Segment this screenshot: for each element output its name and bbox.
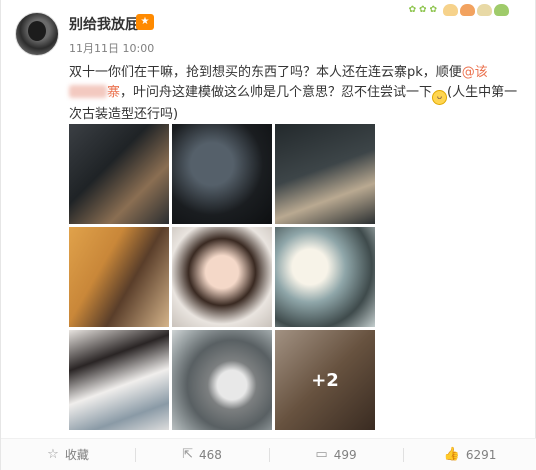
repost-count: 468: [199, 447, 222, 462]
food-sticker-icon: [443, 4, 458, 16]
weibo-post-card: ✿ ✿ ✿ 别给我放屁 ★ 11月11日 10:00 双十一你们在干嘛，抢到想买…: [0, 0, 536, 470]
photo-thumbnail[interactable]: [172, 124, 272, 224]
post-text: 双十一你们在干嘛，抢到想买的东西了吗？本人还在连云寨pk，顺便@该寨，叶问舟这建…: [69, 63, 521, 125]
repost-button[interactable]: ⇱ 468: [135, 439, 269, 470]
photo-thumbnail[interactable]: [69, 227, 169, 327]
image-grid: +2: [69, 124, 375, 430]
photo-thumbnail[interactable]: [172, 330, 272, 430]
leaf-decoration: ✿ ✿ ✿: [408, 5, 437, 15]
post-text-part1: 双十一你们在干嘛，抢到想买的东西了吗？本人还在连云寨pk，顺便: [69, 65, 462, 80]
comment-icon: ▭: [315, 447, 328, 462]
photo-thumbnail[interactable]: [172, 227, 272, 327]
comment-button[interactable]: ▭ 499: [269, 439, 403, 470]
more-photos-count: +2: [275, 330, 375, 430]
username[interactable]: 别给我放屁: [69, 14, 139, 34]
action-bar: ☆ 收藏 ⇱ 468 ▭ 499 👍 6291: [1, 438, 536, 470]
repost-icon: ⇱: [182, 447, 193, 462]
like-count: 6291: [465, 447, 497, 462]
like-button[interactable]: 👍 6291: [403, 439, 536, 470]
comment-count: 499: [333, 447, 357, 462]
post-timestamp[interactable]: 11月11日 10:00: [69, 40, 154, 56]
blurred-name: [69, 85, 107, 98]
post-text-part2: ，叶问舟这建模做这么帅是几个意思？忍不住尝试一下: [120, 85, 433, 100]
photo-thumbnail[interactable]: [69, 124, 169, 224]
decoration-stickers: ✿ ✿ ✿: [409, 4, 509, 16]
star-icon: ☆: [47, 447, 59, 462]
avatar[interactable]: [15, 12, 59, 56]
photo-thumbnail[interactable]: [275, 124, 375, 224]
photo-thumbnail[interactable]: [275, 227, 375, 327]
food-sticker-icon: [460, 4, 475, 16]
photo-thumbnail[interactable]: [69, 330, 169, 430]
food-sticker-icon: [477, 4, 492, 16]
thumbs-up-icon: 👍: [443, 447, 460, 462]
vip-badge-icon[interactable]: ★: [136, 14, 154, 30]
favorite-button[interactable]: ☆ 收藏: [1, 439, 135, 470]
food-sticker-icon: [494, 4, 509, 16]
emoji-icon: ᴗ: [432, 90, 448, 105]
favorite-label: 收藏: [64, 448, 89, 462]
photo-thumbnail-more[interactable]: +2: [275, 330, 375, 430]
